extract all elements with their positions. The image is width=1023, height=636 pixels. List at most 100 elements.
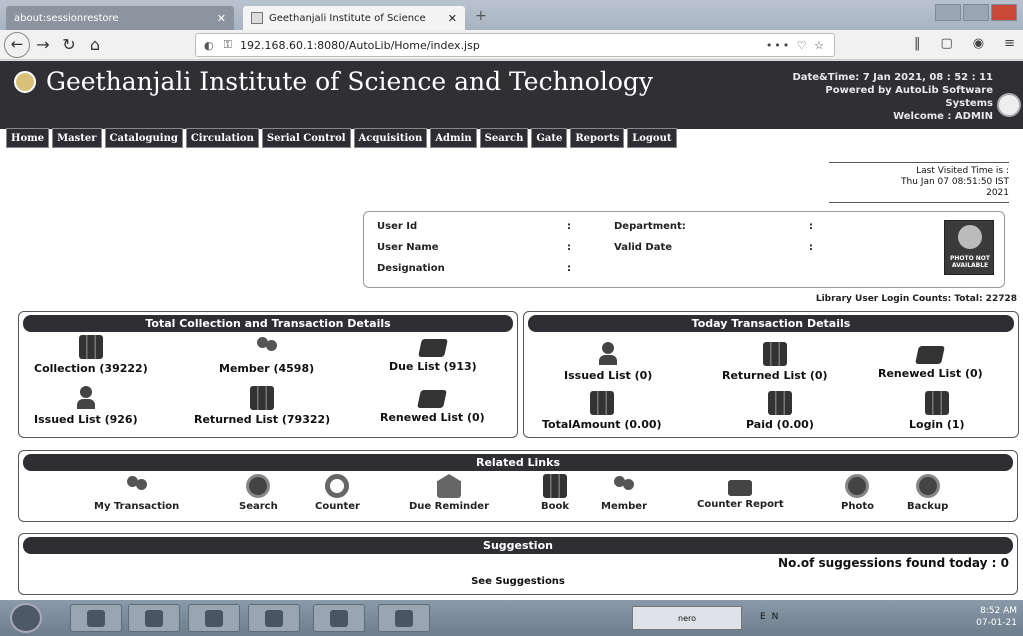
menu-cataloguing[interactable]: Cataloguing	[104, 128, 183, 148]
stat-collection[interactable]: Collection (39222)	[34, 335, 148, 375]
link-label: Due Reminder	[409, 501, 490, 512]
backup-icon	[915, 474, 940, 498]
photo-placeholder-icon	[958, 225, 982, 249]
taskbar-app[interactable]	[313, 604, 365, 632]
stat-label: Due List (913)	[389, 360, 477, 373]
menu-home[interactable]: Home	[6, 128, 50, 148]
taskbar-ie[interactable]	[70, 604, 122, 632]
account-icon[interactable]: ◉	[973, 36, 984, 51]
members-icon	[612, 474, 636, 498]
link-member[interactable]: Member	[601, 474, 647, 512]
institute-logo-icon	[14, 71, 36, 93]
address-bar[interactable]: ◐ ⚿ 192.168.60.1:8080/AutoLib/Home/index…	[195, 33, 835, 57]
panel-title: Today Transaction Details	[528, 315, 1014, 332]
page-actions[interactable]: ••• ♡ ☆	[766, 39, 826, 52]
stat-today-total-amount[interactable]: TotalAmount (0.00)	[542, 391, 662, 431]
taskbar-word[interactable]	[378, 604, 430, 632]
window-close-icon[interactable]	[991, 4, 1017, 21]
menu-reports[interactable]: Reports	[570, 128, 625, 148]
menu-circulation[interactable]: Circulation	[185, 128, 259, 148]
menu-gate[interactable]: Gate	[531, 128, 568, 148]
taskbar-media[interactable]	[248, 604, 300, 632]
link-counter-report[interactable]: Counter Report	[697, 474, 784, 510]
sidebar-icon[interactable]: ▢	[940, 36, 952, 51]
reload-icon[interactable]: ↻	[56, 35, 82, 54]
menu-serial-control[interactable]: Serial Control	[261, 128, 351, 148]
taskbar-explorer[interactable]	[188, 604, 240, 632]
menu-logout[interactable]: Logout	[627, 128, 677, 148]
system-tray-language[interactable]: EN	[760, 612, 784, 622]
site-header: Geethanjali Institute of Science and Tec…	[0, 61, 1023, 129]
menu-acquisition[interactable]: Acquisition	[353, 128, 428, 148]
books-icon	[767, 391, 792, 415]
panel-title: Total Collection and Transaction Details	[23, 315, 513, 332]
see-suggestions-link[interactable]: See Suggestions	[19, 576, 1017, 587]
home-icon[interactable]: ⌂	[82, 35, 108, 54]
menu-admin[interactable]: Admin	[430, 128, 477, 148]
forward-arrow-icon[interactable]: →	[30, 35, 56, 54]
link-label: Book	[541, 501, 570, 512]
menu-search[interactable]: Search	[479, 128, 529, 148]
designation-colon: :	[567, 263, 571, 274]
stat-today-login[interactable]: Login (1)	[909, 391, 965, 431]
tab-geethanjali[interactable]: Geethanjali Institute of Science ✕	[243, 6, 465, 30]
stat-today-renewed[interactable]: Renewed List (0)	[878, 342, 983, 380]
stat-label: Renewed List (0)	[878, 367, 983, 380]
last-visited-info: Last Visited Time is : Thu Jan 07 08:51:…	[829, 162, 1009, 203]
panel-title: Suggestion	[23, 537, 1013, 554]
stat-today-returned[interactable]: Returned List (0)	[722, 342, 828, 382]
link-photo[interactable]: Photo	[841, 474, 874, 512]
link-due-reminder[interactable]: Due Reminder	[409, 474, 489, 512]
link-label: Photo	[841, 501, 874, 512]
main-menu: Home Master Cataloguing Circulation Seri…	[6, 128, 677, 148]
mail-icon	[437, 474, 461, 498]
suggestion-panel: Suggestion No.of suggessions found today…	[18, 533, 1018, 595]
members-icon	[125, 474, 149, 498]
new-tab-icon[interactable]: +	[475, 8, 487, 24]
tab-label: about:sessionrestore	[14, 12, 119, 24]
photo-not-available-text: PHOTO NOT AVAILABLE	[949, 255, 991, 269]
browser-nav-bar: ← → ↻ ⌂ ◐ ⚿ 192.168.60.1:8080/AutoLib/Ho…	[0, 30, 1023, 60]
menu-icon[interactable]: ≡	[1004, 36, 1015, 51]
window-controls	[935, 4, 1017, 21]
back-arrow-icon[interactable]: ←	[4, 31, 30, 58]
tab-label: Geethanjali Institute of Science	[269, 12, 426, 24]
books-icon	[78, 335, 103, 359]
link-my-transaction[interactable]: My Transaction	[94, 474, 179, 512]
stat-today-paid[interactable]: Paid (0.00)	[746, 391, 814, 431]
search-icon	[246, 474, 271, 498]
library-icon[interactable]: ‖	[914, 36, 921, 51]
link-search[interactable]: Search	[239, 474, 278, 512]
tab-session-restore[interactable]: about:sessionrestore ✕	[6, 6, 234, 30]
due-book-icon	[417, 339, 448, 357]
panel-title: Related Links	[23, 454, 1013, 471]
stat-issued-list[interactable]: Issued List (926)	[34, 386, 138, 426]
minimize-icon[interactable]	[935, 4, 961, 21]
printer-icon	[728, 480, 753, 496]
stat-returned-list[interactable]: Returned List (79322)	[194, 386, 330, 426]
stat-member[interactable]: Member (4598)	[219, 335, 314, 375]
link-book[interactable]: Book	[541, 474, 569, 512]
link-backup[interactable]: Backup	[907, 474, 948, 512]
menu-master[interactable]: Master	[52, 128, 102, 148]
stat-renewed-list[interactable]: Renewed List (0)	[380, 386, 485, 424]
avatar	[997, 93, 1021, 117]
stat-today-issued[interactable]: Issued List (0)	[564, 342, 652, 382]
close-icon[interactable]: ✕	[448, 12, 457, 25]
link-counter[interactable]: Counter	[315, 474, 360, 512]
issued-person-icon	[596, 342, 620, 366]
start-button[interactable]	[10, 603, 42, 633]
maximize-icon[interactable]	[963, 4, 989, 21]
designation-label: Designation	[377, 263, 445, 274]
close-icon[interactable]: ✕	[217, 12, 226, 25]
department-label: Department:	[614, 221, 686, 232]
taskbar-firefox[interactable]	[128, 604, 180, 632]
system-clock[interactable]: 8:52 AM 07-01-21	[976, 605, 1017, 629]
book-icon	[543, 474, 567, 498]
powered-by-text-2: Systems	[945, 98, 993, 109]
stat-due-list[interactable]: Due List (913)	[389, 335, 477, 373]
nero-search-box[interactable]: nero	[632, 606, 742, 630]
last-visited-year: 2021	[986, 188, 1009, 198]
ie-icon	[87, 610, 105, 627]
total-collection-panel: Total Collection and Transaction Details…	[18, 311, 518, 438]
